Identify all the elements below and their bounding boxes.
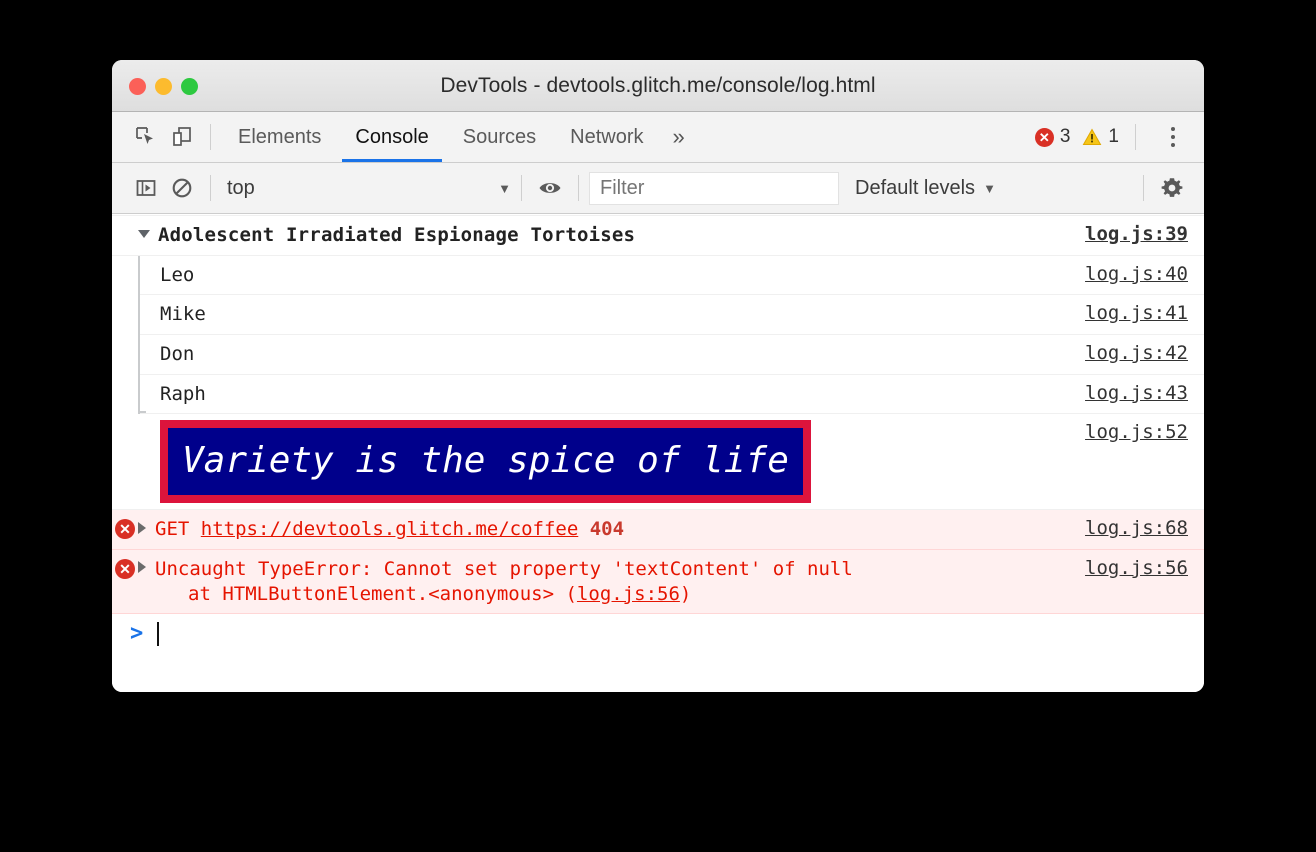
error-circle-icon: ✕ — [1035, 128, 1054, 147]
console-sidebar-icon[interactable] — [128, 170, 164, 206]
panel-tabs: Elements Console Sources Network » — [221, 112, 697, 162]
message-text: Raph — [140, 375, 1073, 414]
error-gutter: ✕ — [112, 510, 138, 539]
tabbar-right-group: ✕ 3 1 — [1029, 120, 1190, 154]
tab-sources[interactable]: Sources — [446, 112, 553, 162]
request-url[interactable]: https://devtools.glitch.me/coffee — [201, 518, 579, 540]
tab-elements[interactable]: Elements — [221, 112, 338, 162]
text-cursor — [157, 622, 159, 646]
console-message-row[interactable]: Raph log.js:43 — [140, 375, 1204, 415]
console-toolbar-divider-4 — [1143, 175, 1144, 201]
console-styled-message-row[interactable]: Variety is the spice of life log.js:52 — [112, 414, 1204, 510]
error-count-button[interactable]: ✕ 3 — [1029, 126, 1077, 148]
console-error-row[interactable]: ✕ GET https://devtools.glitch.me/coffee … — [112, 510, 1204, 550]
chevron-right-icon[interactable] — [138, 522, 146, 534]
chevron-down-icon: ▼ — [983, 181, 996, 196]
console-message-row[interactable]: Mike log.js:41 — [140, 295, 1204, 335]
traffic-lights — [129, 78, 198, 95]
chevron-down-icon: ▼ — [498, 181, 511, 196]
stack-source-link[interactable]: log.js:56 — [577, 583, 680, 605]
error-message-body: GET https://devtools.glitch.me/coffee 40… — [138, 510, 1073, 549]
filter-input[interactable] — [589, 172, 839, 205]
message-text: Mike — [140, 295, 1073, 334]
more-vertical-icon[interactable] — [1156, 120, 1190, 154]
request-method: GET — [155, 518, 189, 540]
toolbar-divider — [210, 124, 211, 150]
execution-context-value: top — [227, 177, 498, 200]
error-gutter: ✕ — [112, 550, 138, 579]
prompt-arrow-icon: > — [130, 623, 143, 645]
error-count-label: 3 — [1060, 126, 1071, 148]
console-message-list[interactable]: Adolescent Irradiated Espionage Tortoise… — [112, 215, 1204, 692]
chevron-down-icon[interactable] — [138, 230, 150, 238]
log-levels-label: Default levels — [855, 177, 975, 200]
group-header-text: Adolescent Irradiated Espionage Tortoise… — [158, 224, 635, 246]
warning-count-button[interactable]: 1 — [1076, 126, 1125, 148]
error-message-body: Uncaught TypeError: Cannot set property … — [138, 550, 1073, 613]
console-error-row[interactable]: ✕ Uncaught TypeError: Cannot set propert… — [112, 550, 1204, 614]
chevron-right-icon[interactable] — [138, 561, 146, 573]
error-circle-icon: ✕ — [115, 559, 135, 579]
console-toolbar: top ▼ Default levels ▼ — [112, 163, 1204, 214]
console-message-row[interactable]: Leo log.js:40 — [140, 256, 1204, 296]
devtools-window: DevTools - devtools.glitch.me/console/lo… — [112, 60, 1204, 692]
source-link[interactable]: log.js:56 — [1073, 550, 1204, 579]
close-window-button[interactable] — [129, 78, 146, 95]
source-link[interactable]: log.js:52 — [1073, 414, 1204, 443]
styled-message-body: Variety is the spice of life — [112, 414, 1073, 509]
devtools-tabbar: Elements Console Sources Network » ✕ 3 1 — [112, 112, 1204, 163]
source-link[interactable]: log.js:42 — [1073, 335, 1204, 364]
console-group-header[interactable]: Adolescent Irradiated Espionage Tortoise… — [112, 216, 1204, 256]
more-tabs-icon[interactable]: » — [661, 112, 697, 162]
warning-triangle-icon — [1082, 127, 1102, 147]
live-expression-icon[interactable] — [532, 170, 568, 206]
message-text: Don — [140, 335, 1073, 374]
group-header-body: Adolescent Irradiated Espionage Tortoise… — [138, 216, 1073, 255]
inspect-element-icon[interactable] — [128, 119, 164, 155]
error-message-text: Uncaught TypeError: Cannot set property … — [155, 558, 853, 580]
window-title: DevTools - devtools.glitch.me/console/lo… — [112, 74, 1204, 98]
console-message-row[interactable]: Don log.js:42 — [140, 335, 1204, 375]
clear-console-icon[interactable] — [164, 170, 200, 206]
stack-frame-suffix: ) — [680, 583, 691, 605]
console-prompt-row[interactable]: > — [112, 614, 1204, 654]
tab-console[interactable]: Console — [338, 112, 445, 162]
settings-gear-icon[interactable] — [1154, 170, 1190, 206]
stack-frame-text: at HTMLButtonElement.<anonymous> ( — [188, 583, 577, 605]
source-link[interactable]: log.js:39 — [1073, 216, 1204, 245]
console-toolbar-divider-3 — [578, 175, 579, 201]
status-code: 404 — [590, 518, 624, 540]
error-circle-icon: ✕ — [115, 519, 135, 539]
execution-context-selector[interactable]: top ▼ — [221, 177, 511, 200]
warning-count-label: 1 — [1108, 126, 1119, 148]
console-toolbar-divider-2 — [521, 175, 522, 201]
console-group-children: Leo log.js:40 Mike log.js:41 Don log.js:… — [112, 256, 1204, 415]
log-levels-dropdown[interactable]: Default levels ▼ — [855, 177, 996, 200]
minimize-window-button[interactable] — [155, 78, 172, 95]
maximize-window-button[interactable] — [181, 78, 198, 95]
console-toolbar-divider-1 — [210, 175, 211, 201]
error-stack-line: at HTMLButtonElement.<anonymous> (log.js… — [138, 582, 1073, 607]
group-gutter — [112, 216, 138, 225]
device-toolbar-icon[interactable] — [164, 119, 200, 155]
source-link[interactable]: log.js:43 — [1073, 375, 1204, 404]
source-link[interactable]: log.js:41 — [1073, 295, 1204, 324]
window-titlebar: DevTools - devtools.glitch.me/console/lo… — [112, 60, 1204, 112]
source-link[interactable]: log.js:68 — [1073, 510, 1204, 539]
message-text: Leo — [140, 256, 1073, 295]
source-link[interactable]: log.js:40 — [1073, 256, 1204, 285]
tab-network[interactable]: Network — [553, 112, 660, 162]
styled-message-text: Variety is the spice of life — [160, 420, 811, 503]
tabbar-right-divider — [1135, 124, 1136, 150]
